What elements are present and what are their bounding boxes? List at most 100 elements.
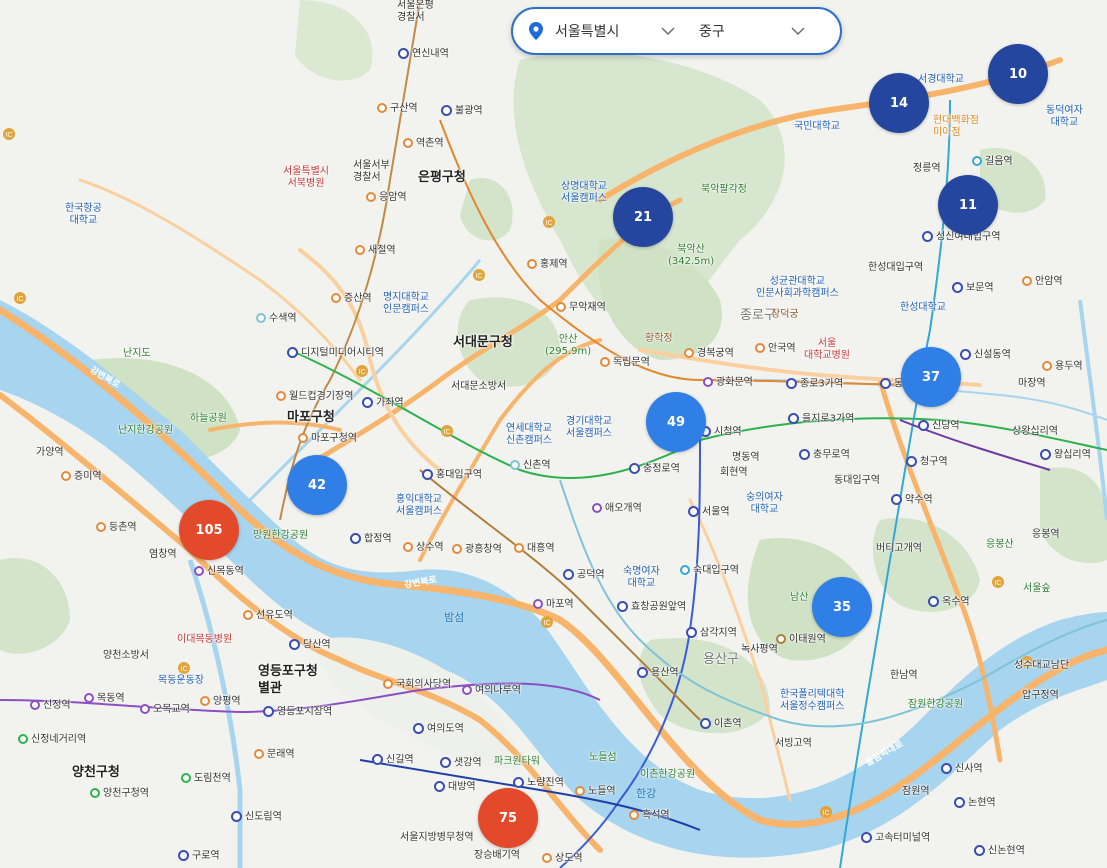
station-label[interactable]: 광화문역 <box>703 377 753 389</box>
station-label[interactable]: 영등포시장역 <box>263 706 332 719</box>
station-label[interactable]: 구산역 <box>377 103 418 115</box>
station-label[interactable]: 명동역 <box>732 452 760 464</box>
station-label[interactable]: 신설동역 <box>960 349 1011 362</box>
hospital-label[interactable]: 이대목동병원 <box>177 634 232 646</box>
station-label[interactable]: 옥수역 <box>928 596 970 609</box>
station-label[interactable]: 디지털미디어시티역 <box>287 347 384 360</box>
station-label[interactable]: 홍대입구역 <box>422 469 482 482</box>
station-label[interactable]: 흑석역 <box>629 810 670 822</box>
station-label[interactable]: 충무로역 <box>799 449 850 462</box>
station-label[interactable]: 신촌역 <box>510 460 551 472</box>
station-label[interactable]: 신목동역 <box>194 566 244 578</box>
station-label[interactable]: 마장역 <box>1018 378 1046 390</box>
hospital-label[interactable]: 서울특별시 서북병원 <box>283 166 329 190</box>
station-label[interactable]: 수색역 <box>256 313 297 325</box>
station-label[interactable]: 불광역 <box>441 105 483 118</box>
station-label[interactable]: 을지로3가역 <box>788 413 854 426</box>
park-label[interactable]: 서울숲 <box>1023 583 1051 595</box>
hospital-label[interactable]: 서울 대학교병원 <box>804 338 850 362</box>
university-label[interactable]: 경기대학교 서울캠퍼스 <box>566 416 612 440</box>
station-label[interactable]: 애오개역 <box>592 503 642 515</box>
cluster-marker[interactable]: 11 <box>938 175 998 235</box>
station-label[interactable]: 여의도역 <box>413 723 464 736</box>
station-label[interactable]: 논현역 <box>954 797 996 810</box>
station-label[interactable]: 공덕역 <box>563 569 605 582</box>
station-label[interactable]: 증산역 <box>331 293 372 305</box>
station-label[interactable]: 상왕십리역 <box>1012 426 1058 438</box>
university-label[interactable]: 연세대학교 신촌캠퍼스 <box>506 423 552 447</box>
station-label[interactable]: 상도역 <box>542 853 583 865</box>
station-label[interactable]: 합정역 <box>350 533 392 546</box>
station-label[interactable]: 샛강역 <box>440 757 482 770</box>
park-label[interactable]: 하늘공원 <box>190 413 227 425</box>
station-label[interactable]: 서빙고역 <box>775 738 812 750</box>
station-label[interactable]: 상수역 <box>403 542 444 554</box>
station-label[interactable]: 신논현역 <box>974 845 1025 858</box>
station-label[interactable]: 역촌역 <box>403 138 444 150</box>
station-label[interactable]: 가좌역 <box>362 397 404 410</box>
station-label[interactable]: 왕십리역 <box>1040 449 1091 462</box>
station-label[interactable]: 장승배기역 <box>474 850 520 862</box>
university-label[interactable]: 숭의여자 대학교 <box>746 492 783 516</box>
station-label[interactable]: 보문역 <box>952 282 994 295</box>
park-label[interactable]: 난지한강공원 <box>118 425 173 437</box>
university-label[interactable]: 서경대학교 <box>918 74 964 86</box>
station-label[interactable]: 염창역 <box>149 549 177 561</box>
cluster-marker[interactable]: 42 <box>287 455 347 515</box>
station-label[interactable]: 가양역 <box>36 447 64 459</box>
university-label[interactable]: 상명대학교 서울캠퍼스 <box>561 181 607 205</box>
cluster-marker[interactable]: 105 <box>179 500 239 560</box>
station-label[interactable]: 오목교역 <box>140 704 190 716</box>
station-label[interactable]: 이태원역 <box>776 634 826 646</box>
station-label[interactable]: 양평역 <box>200 696 241 708</box>
station-label[interactable]: 무악재역 <box>556 302 606 314</box>
station-label[interactable]: 종로3가역 <box>786 378 843 391</box>
cluster-marker[interactable]: 75 <box>478 788 538 848</box>
station-label[interactable]: 독립문역 <box>600 357 650 369</box>
station-label[interactable]: 문래역 <box>254 749 295 761</box>
station-label[interactable]: 양천구청역 <box>90 788 149 800</box>
station-label[interactable]: 신사역 <box>941 763 983 776</box>
station-label[interactable]: 시청역 <box>700 426 742 439</box>
station-label[interactable]: 용산역 <box>637 667 679 680</box>
station-label[interactable]: 목동역 <box>84 693 125 705</box>
university-label[interactable]: 성균관대학교 인문사회과학캠퍼스 <box>756 276 839 300</box>
park-label[interactable]: 망원한강공원 <box>253 530 308 542</box>
station-label[interactable]: 이촌역 <box>700 718 742 731</box>
university-label[interactable]: 한국항공 대학교 <box>65 203 102 227</box>
station-label[interactable]: 서울역 <box>688 506 730 519</box>
station-label[interactable]: 용두역 <box>1042 361 1083 373</box>
station-label[interactable]: 길음역 <box>972 156 1013 168</box>
cluster-marker[interactable]: 21 <box>613 187 673 247</box>
station-label[interactable]: 월드컵경기장역 <box>276 391 353 403</box>
university-label[interactable]: 한성대학교 <box>900 302 946 314</box>
station-label[interactable]: 대흥역 <box>514 543 555 555</box>
station-label[interactable]: 마포구청역 <box>298 433 357 445</box>
city-dropdown[interactable]: 서울특별시 <box>555 21 647 41</box>
station-label[interactable]: 경복궁역 <box>684 348 734 360</box>
station-label[interactable]: 약수역 <box>891 494 933 507</box>
park-label[interactable]: 잠원한강공원 <box>908 699 963 711</box>
university-label[interactable]: 국민대학교 <box>794 121 840 133</box>
station-label[interactable]: 홍제역 <box>527 259 568 271</box>
station-label[interactable]: 응봉역 <box>1032 529 1060 541</box>
station-label[interactable]: 숙대입구역 <box>680 565 739 577</box>
station-label[interactable]: 버티고개역 <box>876 543 922 555</box>
station-label[interactable]: 한성대입구역 <box>868 262 923 274</box>
station-label[interactable]: 신정네거리역 <box>18 734 86 746</box>
cluster-marker[interactable]: 35 <box>812 577 872 637</box>
university-label[interactable]: 명지대학교 인문캠퍼스 <box>383 292 429 316</box>
station-label[interactable]: 신길역 <box>372 754 414 767</box>
station-label[interactable]: 노들역 <box>575 786 616 798</box>
station-label[interactable]: 등촌역 <box>96 522 137 534</box>
station-label[interactable]: 회현역 <box>720 467 748 479</box>
station-label[interactable]: 여의나루역 <box>462 685 521 697</box>
station-label[interactable]: 고속터미널역 <box>861 832 930 845</box>
station-label[interactable]: 응암역 <box>366 192 407 204</box>
station-label[interactable]: 한남역 <box>890 670 918 682</box>
station-label[interactable]: 신정역 <box>30 700 71 712</box>
station-label[interactable]: 선유도역 <box>243 610 293 622</box>
station-label[interactable]: 잠원역 <box>902 786 930 798</box>
station-label[interactable]: 충정로역 <box>629 463 680 476</box>
station-label[interactable]: 신당역 <box>918 420 960 433</box>
